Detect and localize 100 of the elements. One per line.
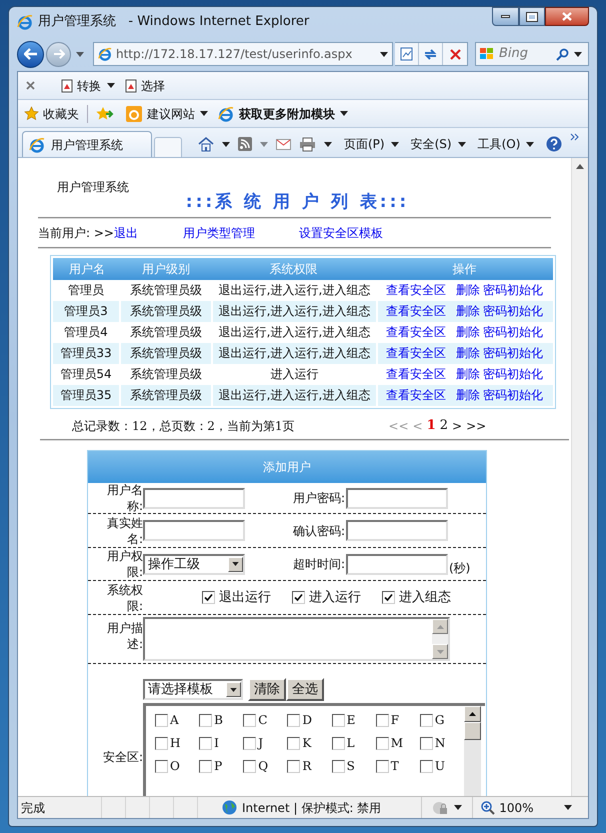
form-header: 添加用户 xyxy=(88,451,486,483)
action-link[interactable]: 删除 xyxy=(456,302,480,320)
scroll-up-icon[interactable] xyxy=(576,164,584,169)
action-link[interactable]: 密码初始化 xyxy=(483,323,543,342)
action-link[interactable]: 密码初始化 xyxy=(483,302,543,320)
real-name-field[interactable] xyxy=(143,520,245,541)
scroll-up-icon[interactable] xyxy=(469,712,476,716)
checkbox[interactable] xyxy=(420,760,433,772)
action-link[interactable]: 删除 xyxy=(456,386,480,404)
action-link[interactable]: 查看安全区 xyxy=(386,323,446,342)
checkbox[interactable] xyxy=(292,591,305,604)
column-header: 用户名 xyxy=(68,260,106,278)
checkbox[interactable] xyxy=(243,736,256,750)
dropdown-icon xyxy=(340,111,348,116)
checkbox[interactable] xyxy=(332,736,345,750)
checkbox-label: D xyxy=(302,712,312,729)
nav-link[interactable]: 用户类型管理 xyxy=(182,224,255,242)
checkbox[interactable] xyxy=(287,714,300,726)
browser-tab[interactable]: 用户管理系统 xyxy=(22,131,152,157)
checkbox[interactable] xyxy=(420,736,433,750)
command-menu[interactable]: 安全(S) xyxy=(410,135,466,153)
pager-link[interactable]: > xyxy=(452,417,462,435)
checkbox[interactable] xyxy=(202,591,215,604)
zoom-control[interactable]: 100% xyxy=(473,797,588,818)
checkbox[interactable] xyxy=(376,736,389,750)
timeout-field[interactable] xyxy=(346,554,448,574)
caret-icon xyxy=(526,142,534,146)
action-link[interactable]: 查看安全区 xyxy=(386,365,446,384)
address-field[interactable]: http://172.18.17.127/test/userinfo.aspx xyxy=(93,42,393,66)
confirm-password-field[interactable] xyxy=(346,520,448,541)
action-link[interactable]: 查看安全区 xyxy=(386,344,446,362)
dropdown-icon xyxy=(574,52,582,56)
add-favorite-icon[interactable] xyxy=(96,106,114,121)
scrollbar[interactable] xyxy=(464,706,481,796)
template-select[interactable]: 请选择模板 xyxy=(143,679,243,700)
checkbox[interactable] xyxy=(287,760,300,772)
chevron-icon[interactable] xyxy=(570,133,580,141)
scrollbar-thumb[interactable] xyxy=(464,722,481,740)
field-label: 真实姓名: xyxy=(106,514,143,546)
checkbox[interactable] xyxy=(287,736,300,750)
action-link[interactable]: 密码初始化 xyxy=(483,344,543,362)
pager-link[interactable]: 1 xyxy=(426,416,436,436)
logout-link[interactable]: 退出 xyxy=(114,224,138,242)
action-link[interactable]: 删除 xyxy=(456,344,480,362)
favorites-link[interactable]: 获取更多附加模块 xyxy=(239,104,335,122)
checkbox[interactable] xyxy=(332,714,345,726)
description-field[interactable] xyxy=(143,617,450,661)
home-icon[interactable] xyxy=(198,136,214,152)
field-label: 系统权限: xyxy=(106,582,143,614)
action-link[interactable]: 密码初始化 xyxy=(483,365,543,384)
page-scrollbar[interactable] xyxy=(571,158,588,796)
dropdown-icon[interactable] xyxy=(107,83,115,88)
pager-link[interactable]: >> xyxy=(466,417,486,435)
action-link[interactable]: 删除 xyxy=(456,281,480,300)
command-menu[interactable]: 页面(P) xyxy=(344,135,399,153)
action-link[interactable]: 密码初始化 xyxy=(483,386,543,404)
minimize-button[interactable] xyxy=(492,7,519,26)
action-link[interactable]: 删除 xyxy=(456,323,480,342)
dropdown-icon xyxy=(200,111,208,116)
form-button[interactable]: 全选 xyxy=(286,678,324,701)
favorites-button[interactable]: 收藏夹 xyxy=(24,104,88,122)
action-link[interactable]: 删除 xyxy=(456,365,480,384)
checkbox[interactable] xyxy=(155,714,168,726)
close-button[interactable] xyxy=(545,7,589,26)
command-menu[interactable]: 工具(O) xyxy=(478,135,534,153)
action-link[interactable]: 查看安全区 xyxy=(386,302,446,320)
checkbox[interactable] xyxy=(243,760,256,772)
print-icon[interactable] xyxy=(299,136,316,152)
password-field[interactable] xyxy=(346,488,448,508)
checkbox-label: L xyxy=(346,735,355,752)
checkbox[interactable] xyxy=(155,736,168,750)
nav-link[interactable]: 设置安全区模板 xyxy=(298,224,383,242)
permission-select[interactable]: 操作工级 xyxy=(143,554,245,574)
mail-icon[interactable] xyxy=(276,138,291,150)
maximize-button[interactable] xyxy=(519,7,545,26)
checkbox[interactable] xyxy=(243,714,256,726)
help-icon[interactable] xyxy=(546,136,562,152)
checkbox[interactable] xyxy=(199,736,212,750)
username-field[interactable] xyxy=(143,488,245,508)
toolbar-button[interactable]: 转换 xyxy=(59,76,101,94)
checkbox[interactable] xyxy=(332,760,345,772)
form-button[interactable]: 清除 xyxy=(248,678,286,701)
back-button[interactable] xyxy=(17,40,44,68)
favorites-link[interactable]: 建议网站 xyxy=(147,104,195,122)
checkbox[interactable] xyxy=(199,760,212,772)
close-icon[interactable] xyxy=(26,81,35,90)
toolbar-button[interactable]: 选择 xyxy=(123,76,165,94)
feed-icon[interactable] xyxy=(238,137,252,151)
checkbox[interactable] xyxy=(155,760,168,772)
checkbox-label: M xyxy=(390,735,403,752)
checkbox[interactable] xyxy=(420,714,433,726)
search-field[interactable]: Bing xyxy=(475,42,589,66)
action-link[interactable]: 密码初始化 xyxy=(483,281,543,300)
checkbox[interactable] xyxy=(376,714,389,726)
checkbox[interactable] xyxy=(199,714,212,726)
action-link[interactable]: 查看安全区 xyxy=(386,281,446,300)
pager-link[interactable]: 2 xyxy=(440,416,448,436)
checkbox[interactable] xyxy=(382,591,395,604)
action-link[interactable]: 查看安全区 xyxy=(386,386,446,404)
checkbox[interactable] xyxy=(376,760,389,772)
